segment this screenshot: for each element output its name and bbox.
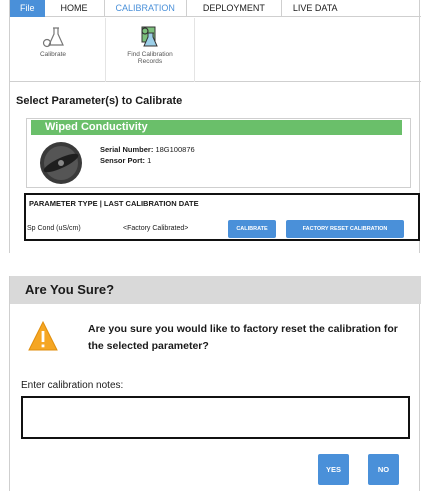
dialog-message: Are you sure you would like to factory r…	[88, 323, 398, 352]
sensor-card: Wiped Conductivity Serial Number: 18G100…	[26, 118, 411, 188]
port-value: 1	[147, 156, 152, 165]
find-label-line1: Find Calibration	[127, 51, 173, 58]
dialog-title: Are You Sure?	[10, 276, 421, 304]
notes-label: Enter calibration notes:	[21, 380, 124, 391]
tab-home[interactable]: HOME	[45, 0, 104, 17]
no-button[interactable]: NO	[368, 454, 399, 485]
parameter-row: Sp Cond (uS/cm) <Factory Calibrated> CAL…	[26, 220, 418, 238]
find-label-line2: Records	[137, 58, 163, 65]
parameter-table: PARAMETER TYPE | LAST CALIBRATION DATE S…	[24, 193, 420, 241]
sensor-info: Serial Number: 18G100876 Sensor Port: 1	[100, 144, 195, 166]
menu-tabs: File HOME CALIBRATION DEPLOYMENT LIVE DA…	[10, 0, 421, 17]
yes-button[interactable]: YES	[318, 454, 349, 485]
tab-deployment[interactable]: DEPLOYMENT	[187, 0, 282, 17]
parameter-name: Sp Cond (uS/cm)	[27, 225, 81, 232]
calibrate-parameter-button[interactable]: CALIBRATE	[228, 220, 276, 238]
tab-live-data[interactable]: LIVE DATA	[282, 0, 349, 17]
tab-file[interactable]: File	[10, 0, 45, 17]
factory-reset-calibration-button[interactable]: FACTORY RESET CALIBRATION	[286, 220, 404, 238]
sensor-name: Wiped Conductivity	[31, 120, 402, 135]
section-title: Select Parameter(s) to Calibrate	[16, 95, 183, 107]
warning-triangle-icon	[28, 320, 58, 351]
confirm-dialog: Are You Sure? Are you sure you would lik…	[9, 276, 421, 491]
serial-label: Serial Number:	[100, 145, 154, 154]
last-calibration-date: <Factory Calibrated>	[123, 225, 189, 232]
sensor-probe-icon	[40, 142, 82, 184]
ribbon-toolbar: Calibrate Find Calibration Records	[10, 18, 421, 82]
calibrate-button[interactable]: Calibrate	[18, 18, 88, 82]
serial-value: 18G100876	[155, 145, 195, 154]
flask-search-icon	[141, 26, 158, 47]
calibrate-label: Calibrate	[39, 51, 66, 58]
find-calibration-records-button[interactable]: Find Calibration Records	[105, 18, 195, 82]
flask-icon	[42, 27, 64, 48]
port-label: Sensor Port:	[100, 156, 146, 165]
calibration-notes-input[interactable]	[21, 396, 410, 439]
calibration-panel: File HOME CALIBRATION DEPLOYMENT LIVE DA…	[9, 0, 421, 253]
tab-calibration[interactable]: CALIBRATION	[103, 0, 187, 17]
parameter-table-header: PARAMETER TYPE | LAST CALIBRATION DATE	[29, 199, 199, 208]
